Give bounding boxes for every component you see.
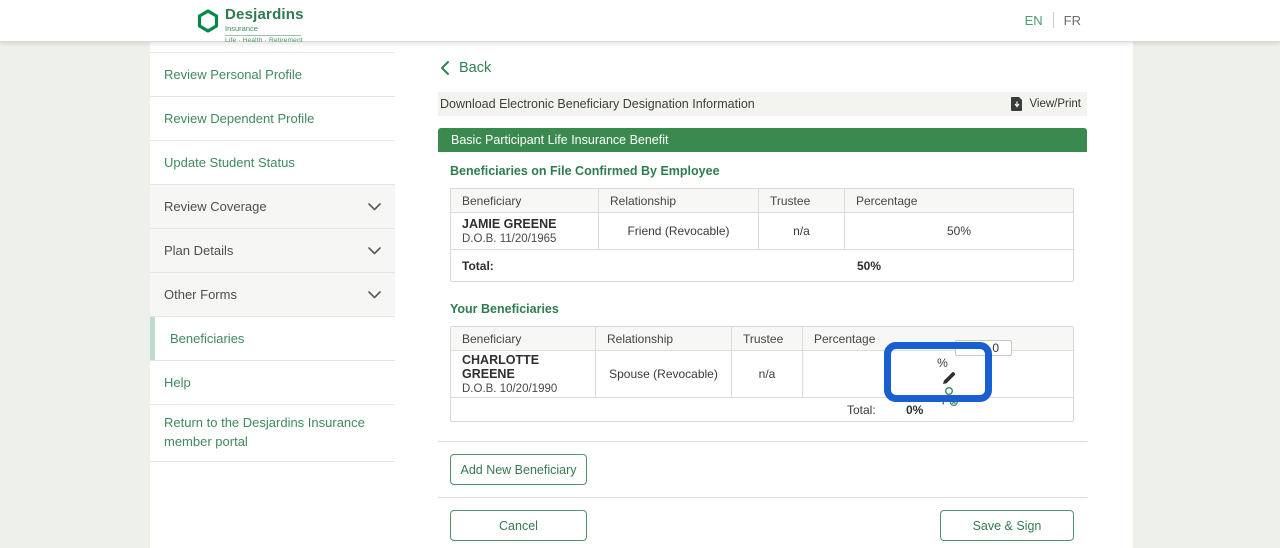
back-label: Back [459, 60, 492, 76]
sidebar-item-review-coverage[interactable]: Review Coverage [150, 185, 395, 229]
beneficiary-trustee: n/a [758, 367, 776, 381]
sidebar-item-label: Review Dependent Profile [164, 111, 315, 126]
brand-name: Desjardins [225, 6, 304, 23]
sidebar-item-label: Beneficiaries [170, 331, 245, 346]
sidebar-item-label: Review Coverage [164, 199, 267, 214]
brand-division: Insurance [225, 24, 258, 33]
add-new-beneficiary-button[interactable]: Add New Beneficiary [450, 454, 587, 485]
language-switch: EN FR [1025, 12, 1081, 28]
sidebar-item-update-student-status[interactable]: Update Student Status [150, 141, 395, 185]
column-header-beneficiary: Beneficiary [451, 189, 599, 212]
total-value: 0% [906, 403, 924, 417]
back-chevron-icon [441, 61, 449, 75]
table-row: JAMIE GREENE D.O.B. 11/20/1965 Friend (R… [451, 213, 1073, 250]
benefit-banner: Basic Participant Life Insurance Benefit [438, 128, 1087, 152]
language-en[interactable]: EN [1025, 13, 1043, 28]
save-sign-button[interactable]: Save & Sign [940, 510, 1074, 541]
brand-tagline: Life · Health · Retirement [225, 37, 303, 44]
sidebar-item-review-personal-profile[interactable]: Review Personal Profile [150, 53, 395, 97]
column-header-beneficiary: Beneficiary [451, 327, 596, 350]
table-total-row: Total: 50% [451, 250, 1073, 281]
content-card: Review Personal Profile Review Dependent… [150, 42, 1133, 548]
chevron-down-icon [368, 202, 381, 210]
view-print-button[interactable]: View/Print [1011, 97, 1081, 111]
column-header-percentage: Percentage [856, 193, 918, 208]
percentage-input[interactable] [955, 340, 1012, 356]
table-total-row: Total: 0% [451, 398, 1073, 421]
desjardins-logo[interactable]: Desjardins Insurance Life · Health · Ret… [197, 6, 304, 44]
sidebar-item-label: Review Personal Profile [164, 67, 303, 82]
sidebar-nav: Review Personal Profile Review Dependent… [150, 52, 395, 462]
section-divider [438, 497, 1087, 498]
column-header-percentage: Percentage [814, 331, 876, 346]
table-header-row: Beneficiary Relationship Trustee Percent… [451, 189, 1073, 213]
hexagon-logo-icon [197, 9, 219, 33]
column-header-relationship: Relationship [599, 189, 759, 212]
edit-beneficiary-button[interactable] [941, 370, 957, 386]
your-beneficiaries-table: Beneficiary Relationship Trustee Percent… [450, 326, 1074, 422]
sidebar-item-return-to-portal[interactable]: Return to the Desjardins Insurance membe… [150, 405, 395, 462]
total-label: Total: [462, 259, 494, 273]
beneficiary-relationship: Spouse (Revocable) [609, 367, 718, 381]
beneficiary-name: CHARLOTTE GREENE [462, 353, 540, 381]
sidebar-item-label: Other Forms [164, 287, 237, 302]
sidebar-item-help[interactable]: Help [150, 361, 395, 405]
beneficiary-relationship: Friend (Revocable) [627, 224, 730, 238]
sidebar-item-label: Help [164, 375, 191, 390]
chevron-down-icon [368, 290, 381, 298]
view-print-label: View/Print [1029, 98, 1081, 110]
column-header-trustee: Trustee [732, 327, 803, 350]
column-header-relationship: Relationship [596, 327, 732, 350]
sidebar-item-label: Return to the Desjardins Insurance membe… [164, 415, 365, 449]
sidebar-item-plan-details[interactable]: Plan Details [150, 229, 395, 273]
beneficiary-percentage: 50% [946, 224, 972, 238]
your-beneficiaries-heading: Your Beneficiaries [450, 302, 559, 316]
language-fr[interactable]: FR [1064, 13, 1081, 28]
sidebar-item-label: Plan Details [164, 243, 234, 258]
sidebar-item-other-forms[interactable]: Other Forms [150, 273, 395, 317]
confirmed-beneficiaries-heading: Beneficiaries on File Confirmed By Emplo… [450, 164, 720, 178]
sidebar-item-beneficiaries[interactable]: Beneficiaries [150, 317, 395, 361]
cancel-button[interactable]: Cancel [450, 510, 587, 541]
beneficiary-dob: D.O.B. 10/20/1990 [462, 383, 558, 395]
beneficiary-name: JAMIE GREENE [462, 217, 557, 231]
table-row: CHARLOTTE GREENE D.O.B. 10/20/1990 Spous… [451, 340, 1073, 407]
download-bar-label: Download Electronic Beneficiary Designat… [440, 97, 755, 111]
download-designation-bar: Download Electronic Beneficiary Designat… [438, 92, 1087, 116]
total-value: 50% [857, 259, 882, 273]
percent-sign: % [937, 356, 948, 370]
section-divider [438, 441, 1087, 442]
beneficiary-dob: D.O.B. 11/20/1965 [462, 233, 557, 245]
chevron-down-icon [368, 246, 381, 254]
edit-pencil-icon [943, 372, 956, 384]
total-label: Total: [847, 403, 876, 417]
top-header: Desjardins Insurance Life · Health · Ret… [0, 0, 1280, 44]
language-separator [1052, 12, 1054, 28]
beneficiary-trustee: n/a [793, 224, 810, 238]
main-content: Back Download Electronic Beneficiary Des… [438, 42, 1087, 548]
document-icon [1011, 97, 1023, 111]
logo-divider [225, 35, 301, 36]
sidebar-item-label: Update Student Status [164, 155, 295, 170]
column-header-trustee: Trustee [759, 189, 845, 212]
back-button[interactable]: Back [440, 60, 491, 76]
sidebar-item-review-dependent-profile[interactable]: Review Dependent Profile [150, 97, 395, 141]
benefit-banner-title: Basic Participant Life Insurance Benefit [451, 133, 669, 147]
confirmed-beneficiaries-table: Beneficiary Relationship Trustee Percent… [450, 188, 1074, 282]
